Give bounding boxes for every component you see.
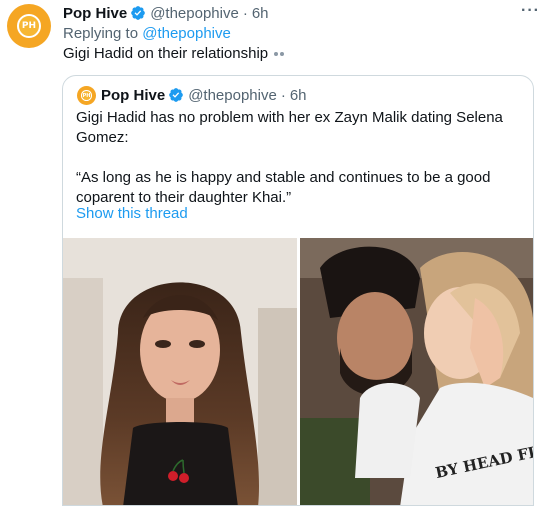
quoted-author-avatar: PH	[77, 86, 96, 105]
author-avatar[interactable]: PH	[7, 4, 51, 48]
author-handle[interactable]: @thepophive	[150, 5, 239, 22]
photo-right-illustration: BY HEAD FIRE CO.	[300, 238, 533, 505]
quoted-author-name: Pop Hive	[101, 86, 166, 104]
tweet-text: Gigi Hadid on their relationship	[63, 45, 285, 62]
tweet-header: Pop Hive @thepophive · 6h	[63, 3, 269, 23]
author-name[interactable]: Pop Hive	[63, 5, 127, 22]
pophive-logo-icon: PH	[81, 90, 92, 101]
show-thread-link[interactable]: Show this thread	[76, 205, 188, 222]
reply-context: Replying to @thepophive	[63, 25, 231, 42]
reply-handle-link[interactable]: @thepophive	[142, 25, 231, 42]
quoted-text-line2: “As long as he is happy and stable and c…	[76, 169, 491, 206]
quoted-tweet-time: 6h	[289, 86, 307, 104]
photo-left[interactable]	[63, 238, 297, 505]
reply-prefix: Replying to	[63, 25, 139, 42]
verified-badge-icon	[130, 5, 146, 21]
photo-right[interactable]: BY HEAD FIRE CO.	[300, 238, 533, 505]
separator: ·	[242, 4, 248, 22]
tweet-time[interactable]: 6h	[252, 5, 269, 22]
quoted-text-line1: Gigi Hadid has no problem with her ex Za…	[76, 109, 503, 146]
separator: ·	[280, 86, 286, 104]
media-grid: BY HEAD FIRE CO.	[63, 238, 533, 505]
eyes-emoji-icon	[274, 51, 285, 56]
quoted-author-handle: @thepophive	[188, 86, 277, 104]
verified-badge-icon	[168, 87, 184, 103]
tweet-body: Gigi Hadid on their relationship	[63, 45, 269, 62]
quoted-tweet-header: Pop Hive @thepophive · 6h	[101, 85, 307, 105]
more-options-icon[interactable]: ···	[521, 2, 540, 20]
quoted-tweet-card[interactable]: PH Pop Hive @thepophive · 6h Gigi Hadid …	[62, 75, 534, 506]
photo-left-illustration	[63, 238, 297, 505]
pophive-logo-icon: PH	[16, 13, 42, 39]
